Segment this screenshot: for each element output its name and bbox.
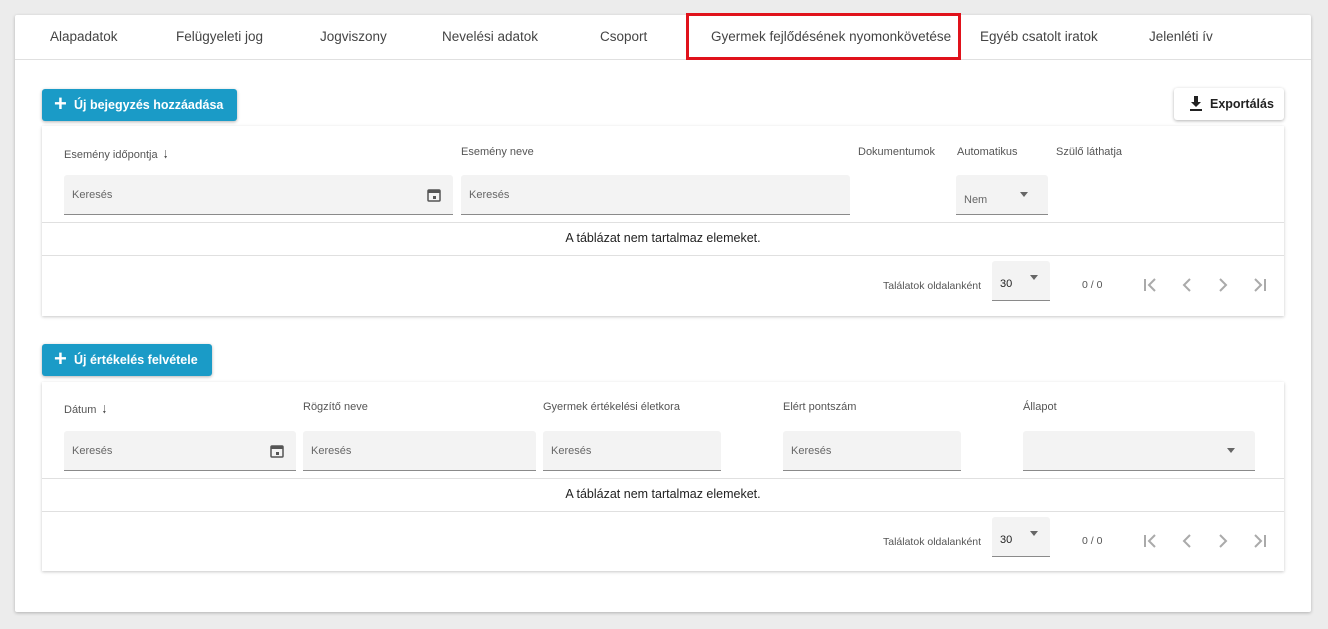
tab-jelenleti-iv[interactable]: Jelenléti ív [1149,15,1213,59]
calendar-icon[interactable] [270,444,284,458]
column-header-event-name[interactable]: Esemény neve [461,146,534,158]
add-entry-button[interactable]: + Új bejegyzés hozzáadása [42,89,238,121]
add-entry-label: Új bejegyzés hozzáadása [74,98,224,112]
plus-icon: + [54,346,67,371]
entries-empty-message: A táblázat nem tartalmaz elemeket. [565,231,761,245]
plus-icon: + [54,91,67,116]
chevron-right-icon[interactable] [1213,275,1233,295]
status-select[interactable] [1023,431,1255,471]
chevron-down-icon [1030,531,1038,536]
evaluations-table: Dátum 🠓 Rögzítő neve Gyermek értékelési é… [42,382,1284,571]
chevron-left-icon[interactable] [1177,531,1197,551]
tab-gyermek-fejlodes[interactable]: Gyermek fejlődésének nyomonkövetése [711,15,951,59]
column-header-recorder[interactable]: Rögzítő neve [303,401,368,413]
divider [42,255,1284,256]
tab-csoport[interactable]: Csoport [600,15,647,59]
column-header-documents[interactable]: Dokumentumok [858,146,935,158]
evaluations-empty-message: A táblázat nem tartalmaz elemeket. [565,487,761,501]
chevron-down-icon [1020,192,1028,197]
eval-age-search-input[interactable]: Keresés [543,431,721,471]
page-size-label: Találatok oldalanként [883,536,982,548]
tab-nevelesi-adatok[interactable]: Nevelési adatok [442,15,538,59]
divider [42,478,1284,479]
column-header-date[interactable]: Dátum 🠓 [64,401,106,420]
tab-egyeb-csatolt-iratok[interactable]: Egyéb csatolt iratok [980,15,1098,59]
chevron-left-icon[interactable] [1177,275,1197,295]
tab-bar: Alapadatok Felügyeleti jog Jogviszony Ne… [15,13,1311,60]
last-page-icon[interactable] [1249,275,1269,295]
date-search-input[interactable]: Keresés [64,431,296,471]
export-label: Exportálás [1210,97,1274,111]
entries-table: Esemény időpontja 🠓 Esemény neve Dokument… [42,126,1284,316]
column-header-eval-age[interactable]: Gyermek értékelési életkora [543,401,680,413]
column-header-automatic[interactable]: Automatikus [957,146,1018,158]
pager-count: 0 / 0 [1082,535,1103,547]
page-size-select[interactable]: 30 [992,261,1050,301]
last-page-icon[interactable] [1249,531,1269,551]
tab-jogviszony[interactable]: Jogviszony [320,15,387,59]
score-search-input[interactable]: Keresés [783,431,961,471]
column-header-parent-visible[interactable]: Szülő láthatja [1056,146,1122,158]
first-page-icon[interactable] [1141,531,1161,551]
recorder-search-input[interactable]: Keresés [303,431,536,471]
main-card: Alapadatok Felügyeleti jog Jogviszony Ne… [15,13,1311,612]
chevron-down-icon [1030,275,1038,280]
automatic-select[interactable]: Nem [956,175,1048,215]
arrow-down-icon: 🠓 [102,404,107,416]
download-icon [1190,96,1202,111]
divider [42,222,1284,223]
event-name-search-input[interactable]: Keresés [461,175,850,215]
calendar-icon[interactable] [427,188,441,202]
first-page-icon[interactable] [1141,275,1161,295]
tab-alapadatok[interactable]: Alapadatok [50,15,118,59]
page-size-select[interactable]: 30 [992,517,1050,557]
divider [42,511,1284,512]
column-header-event-time[interactable]: Esemény időpontja 🠓 [64,146,168,165]
chevron-down-icon [1227,448,1235,453]
export-button[interactable]: Exportálás [1174,88,1284,120]
column-header-status[interactable]: Állapot [1023,401,1057,413]
add-evaluation-label: Új értékelés felvétele [74,353,198,367]
column-header-score[interactable]: Elért pontszám [783,401,856,413]
tab-felugyeleti-jog[interactable]: Felügyeleti jog [176,15,263,59]
chevron-right-icon[interactable] [1213,531,1233,551]
arrow-down-icon: 🠓 [163,149,168,161]
pager-count: 0 / 0 [1082,279,1103,291]
page-size-label: Találatok oldalanként [883,280,982,292]
add-evaluation-button[interactable]: + Új értékelés felvétele [42,344,212,376]
event-time-search-input[interactable]: Keresés [64,175,453,215]
